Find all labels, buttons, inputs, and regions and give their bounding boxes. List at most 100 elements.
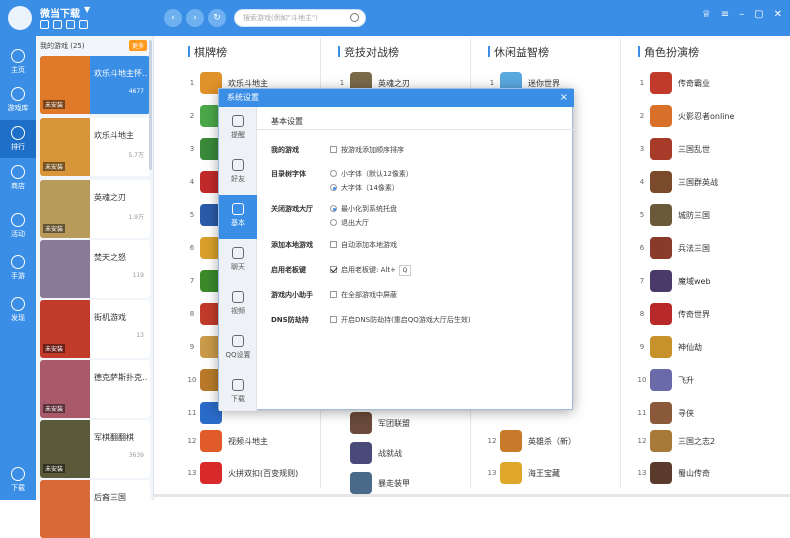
ranking-row[interactable]: 11 寻侠 — [636, 400, 766, 430]
sidebar-item-discover[interactable]: 发现 — [0, 292, 36, 328]
maximize-icon[interactable]: ▢ — [754, 9, 763, 20]
game-name[interactable]: 火影忍者online — [678, 111, 734, 122]
ranking-row[interactable]: 13 火拼双扣(百变规则) — [186, 460, 316, 490]
app-title[interactable]: 微当下载 — [40, 5, 80, 20]
ranking-row[interactable]: 3 三国乱世 — [636, 136, 766, 166]
game-name[interactable]: 神仙劫 — [678, 342, 702, 353]
boss-key-checkbox[interactable]: 启用老板键: Alt+ Q — [330, 265, 411, 276]
tab-friends[interactable]: 好友 — [219, 151, 257, 195]
ranking-row[interactable]: 12 英雄杀（新） — [486, 428, 616, 458]
chevron-down-icon[interactable]: ▼ — [84, 5, 90, 14]
sidebar-item-home[interactable]: 主页 — [0, 44, 36, 80]
small-font-radio[interactable]: 小字体（默认12像素） — [330, 169, 413, 179]
game-name[interactable]: 英雄杀（新） — [528, 436, 576, 447]
back-button[interactable]: ‹ — [164, 9, 182, 27]
my-game-card[interactable]: 欢乐斗地主 5.7万 未安装 — [40, 118, 150, 176]
large-font-radio[interactable]: 大字体（14像素） — [330, 183, 399, 193]
dns-protection-checkbox[interactable]: 开启DNS防劫持(重启QQ游戏大厅后生效) — [330, 315, 471, 325]
exit-hall-radio[interactable]: 退出大厅 — [330, 218, 369, 228]
game-name[interactable]: 三国群英战 — [678, 177, 718, 188]
game-name[interactable]: 寻侠 — [678, 408, 694, 419]
minimize-icon[interactable]: – — [739, 9, 744, 20]
ranking-row[interactable]: 8 传奇世界 — [636, 301, 766, 331]
game-name[interactable]: 军团联盟 — [378, 418, 410, 429]
ranking-row[interactable]: 1 传奇霸业 — [636, 70, 766, 100]
ranking-row[interactable]: 9 神仙劫 — [636, 334, 766, 364]
game-icon[interactable] — [650, 430, 672, 452]
game-name[interactable]: 传奇霸业 — [678, 78, 710, 89]
auto-add-local-checkbox[interactable]: 自动添加本地游戏 — [330, 240, 397, 250]
game-icon[interactable] — [650, 138, 672, 160]
block-assistant-checkbox[interactable]: 在全部游戏中屏蔽 — [330, 290, 397, 300]
bell-icon[interactable] — [53, 20, 62, 29]
game-icon[interactable] — [200, 430, 222, 452]
sidebar-item-store[interactable]: 商店 — [0, 160, 36, 196]
game-name[interactable]: 兵法三国 — [678, 243, 710, 254]
horizontal-scrollbar[interactable] — [154, 494, 790, 497]
tab-qq-settings[interactable]: QQ设置 — [219, 327, 257, 371]
ranking-row[interactable]: 13 蜀山传奇 — [636, 460, 766, 490]
sidebar-item-download[interactable]: 下载 — [0, 462, 36, 498]
minimize-to-tray-radio[interactable]: 最小化到系统托盘 — [330, 204, 397, 214]
ranking-row[interactable]: 6 兵法三国 — [636, 235, 766, 265]
ranking-row[interactable]: 4 三国群英战 — [636, 169, 766, 199]
game-icon[interactable] — [650, 336, 672, 358]
lock-icon[interactable] — [66, 20, 75, 29]
ranking-row[interactable]: 10 飞升 — [636, 367, 766, 397]
sort-by-add-order-checkbox[interactable]: 按游戏添加顺序排序 — [330, 145, 404, 155]
refresh-button[interactable]: ↻ — [208, 9, 226, 27]
my-game-card[interactable]: 街机游戏 13 未安装 — [40, 300, 150, 358]
game-icon[interactable] — [650, 303, 672, 325]
game-name[interactable]: 传奇世界 — [678, 309, 710, 320]
game-icon[interactable] — [650, 204, 672, 226]
game-icon[interactable] — [500, 430, 522, 452]
game-icon[interactable] — [350, 442, 372, 464]
sidebar-item-library[interactable]: 游戏库 — [0, 82, 36, 118]
ranking-row[interactable]: 军团联盟 — [336, 410, 466, 440]
ranking-row[interactable]: 13 海王宝藏 — [486, 460, 616, 490]
ranking-row[interactable]: 12 视频斗地主 — [186, 428, 316, 458]
search-icon[interactable] — [350, 13, 359, 22]
game-name[interactable]: 海王宝藏 — [528, 468, 560, 479]
my-game-card[interactable]: 后裔三国 — [40, 480, 150, 538]
hotkey-input[interactable]: Q — [398, 265, 411, 276]
game-name[interactable]: 火拼双扣(百变规则) — [228, 468, 298, 479]
ranking-row[interactable]: 12 三国之志2 — [636, 428, 766, 458]
game-icon[interactable] — [650, 369, 672, 391]
search-input[interactable]: 搜索游戏(例如"斗地主") — [234, 9, 366, 27]
sidebar-item-events[interactable]: 活动 — [0, 208, 36, 244]
game-icon[interactable] — [650, 462, 672, 484]
game-name[interactable]: 蜀山传奇 — [678, 468, 710, 479]
game-name[interactable]: 视频斗地主 — [228, 436, 268, 447]
game-icon[interactable] — [650, 270, 672, 292]
shirt-icon[interactable]: ♕ — [702, 9, 711, 20]
game-name[interactable]: 飞升 — [678, 375, 694, 386]
tab-download[interactable]: 下载 — [219, 371, 257, 415]
my-games-scrollbar[interactable] — [149, 40, 152, 170]
more-badge[interactable]: 更多 — [128, 40, 147, 51]
game-icon[interactable] — [350, 412, 372, 434]
tab-basic[interactable]: 基本 — [219, 195, 257, 239]
ranking-row[interactable]: 5 城防三国 — [636, 202, 766, 232]
game-name[interactable]: 战就战 — [378, 448, 402, 459]
game-icon[interactable] — [650, 402, 672, 424]
close-icon[interactable]: × — [560, 89, 568, 107]
gear-icon[interactable] — [79, 20, 88, 29]
game-name[interactable]: 三国乱世 — [678, 144, 710, 155]
envelope-icon[interactable] — [40, 20, 49, 29]
game-icon[interactable] — [200, 462, 222, 484]
forward-button[interactable]: › — [186, 9, 204, 27]
my-game-card[interactable]: 焚天之怒 119 — [40, 240, 150, 298]
ranking-row[interactable]: 7 魔域web — [636, 268, 766, 298]
my-game-card[interactable]: 欢乐斗地主怀… 4677 未安装 — [40, 56, 150, 114]
sidebar-item-mobile[interactable]: 手游 — [0, 250, 36, 286]
my-game-card[interactable]: 英魂之刃 1.9万 未安装 — [40, 180, 150, 238]
game-name[interactable]: 暴走装甲 — [378, 478, 410, 489]
ranking-row[interactable]: 2 火影忍者online — [636, 103, 766, 133]
tab-video[interactable]: 视频 — [219, 283, 257, 327]
ranking-row[interactable]: 战就战 — [336, 440, 466, 470]
game-icon[interactable] — [650, 171, 672, 193]
game-name[interactable]: 魔域web — [678, 276, 711, 287]
game-name[interactable]: 城防三国 — [678, 210, 710, 221]
sidebar-item-ranking[interactable]: 排行 — [0, 120, 36, 158]
